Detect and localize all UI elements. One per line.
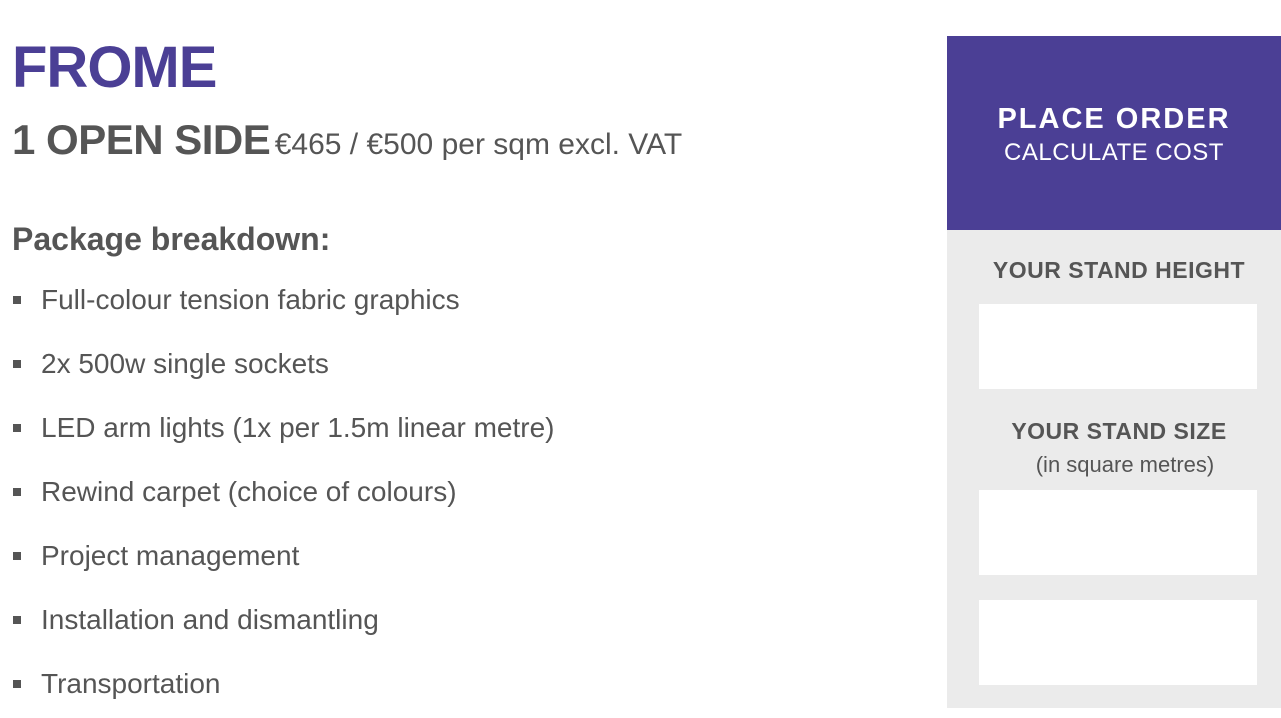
stand-size-input[interactable] xyxy=(979,490,1257,575)
square-bullet-icon xyxy=(13,680,21,688)
square-bullet-icon xyxy=(13,552,21,560)
list-item: Transportation xyxy=(12,652,555,716)
product-title: FROME xyxy=(12,35,217,100)
price-unit: per sqm excl. VAT xyxy=(433,128,683,161)
place-order-title: PLACE ORDER xyxy=(997,103,1231,135)
square-bullet-icon xyxy=(13,616,21,624)
list-item: Project management xyxy=(12,524,555,588)
list-item-label: Installation and dismantling xyxy=(41,604,379,635)
stand-size-hint: (in square metres) xyxy=(1035,452,1215,477)
order-panel: PLACE ORDER CALCULATE COST YOUR STAND HE… xyxy=(947,36,1281,708)
breakdown-list: Full-colour tension fabric graphics 2x 5… xyxy=(12,268,555,716)
square-bullet-icon xyxy=(13,296,21,304)
page: FROME 1 OPEN SIDE €465 / €500 per sqm ex… xyxy=(0,0,1281,718)
stand-size-label: YOUR STAND SIZE xyxy=(1011,418,1227,444)
list-item: LED arm lights (1x per 1.5m linear metre… xyxy=(12,396,555,460)
square-bullet-icon xyxy=(13,424,21,432)
list-item-label: Full-colour tension fabric graphics xyxy=(41,284,460,315)
square-bullet-icon xyxy=(13,360,21,368)
calculate-cost-subtitle: CALCULATE COST xyxy=(1004,139,1224,166)
list-item-label: LED arm lights (1x per 1.5m linear metre… xyxy=(41,412,555,443)
square-bullet-icon xyxy=(13,488,21,496)
place-order-button[interactable]: PLACE ORDER CALCULATE COST xyxy=(947,36,1281,230)
list-item: Full-colour tension fabric graphics xyxy=(12,268,555,332)
extra-input[interactable] xyxy=(979,600,1257,685)
list-item: 2x 500w single sockets xyxy=(12,332,555,396)
price-secondary: €500 xyxy=(366,128,434,161)
price-line: 1 OPEN SIDE €465 / €500 per sqm excl. VA… xyxy=(12,116,682,174)
price-separator: / xyxy=(341,128,367,161)
price-primary: €465 xyxy=(274,128,342,161)
list-item: Rewind carpet (choice of colours) xyxy=(12,460,555,524)
list-item-label: Project management xyxy=(41,540,300,571)
stand-height-label: YOUR STAND HEIGHT xyxy=(992,257,1246,283)
list-item-label: Transportation xyxy=(41,668,221,699)
open-sides-label: 1 OPEN SIDE xyxy=(12,116,271,163)
list-item-label: Rewind carpet (choice of colours) xyxy=(41,476,457,507)
list-item: Installation and dismantling xyxy=(12,588,555,652)
list-item-label: 2x 500w single sockets xyxy=(41,348,329,379)
breakdown-heading: Package breakdown: xyxy=(12,221,331,257)
stand-height-input[interactable] xyxy=(979,304,1257,389)
